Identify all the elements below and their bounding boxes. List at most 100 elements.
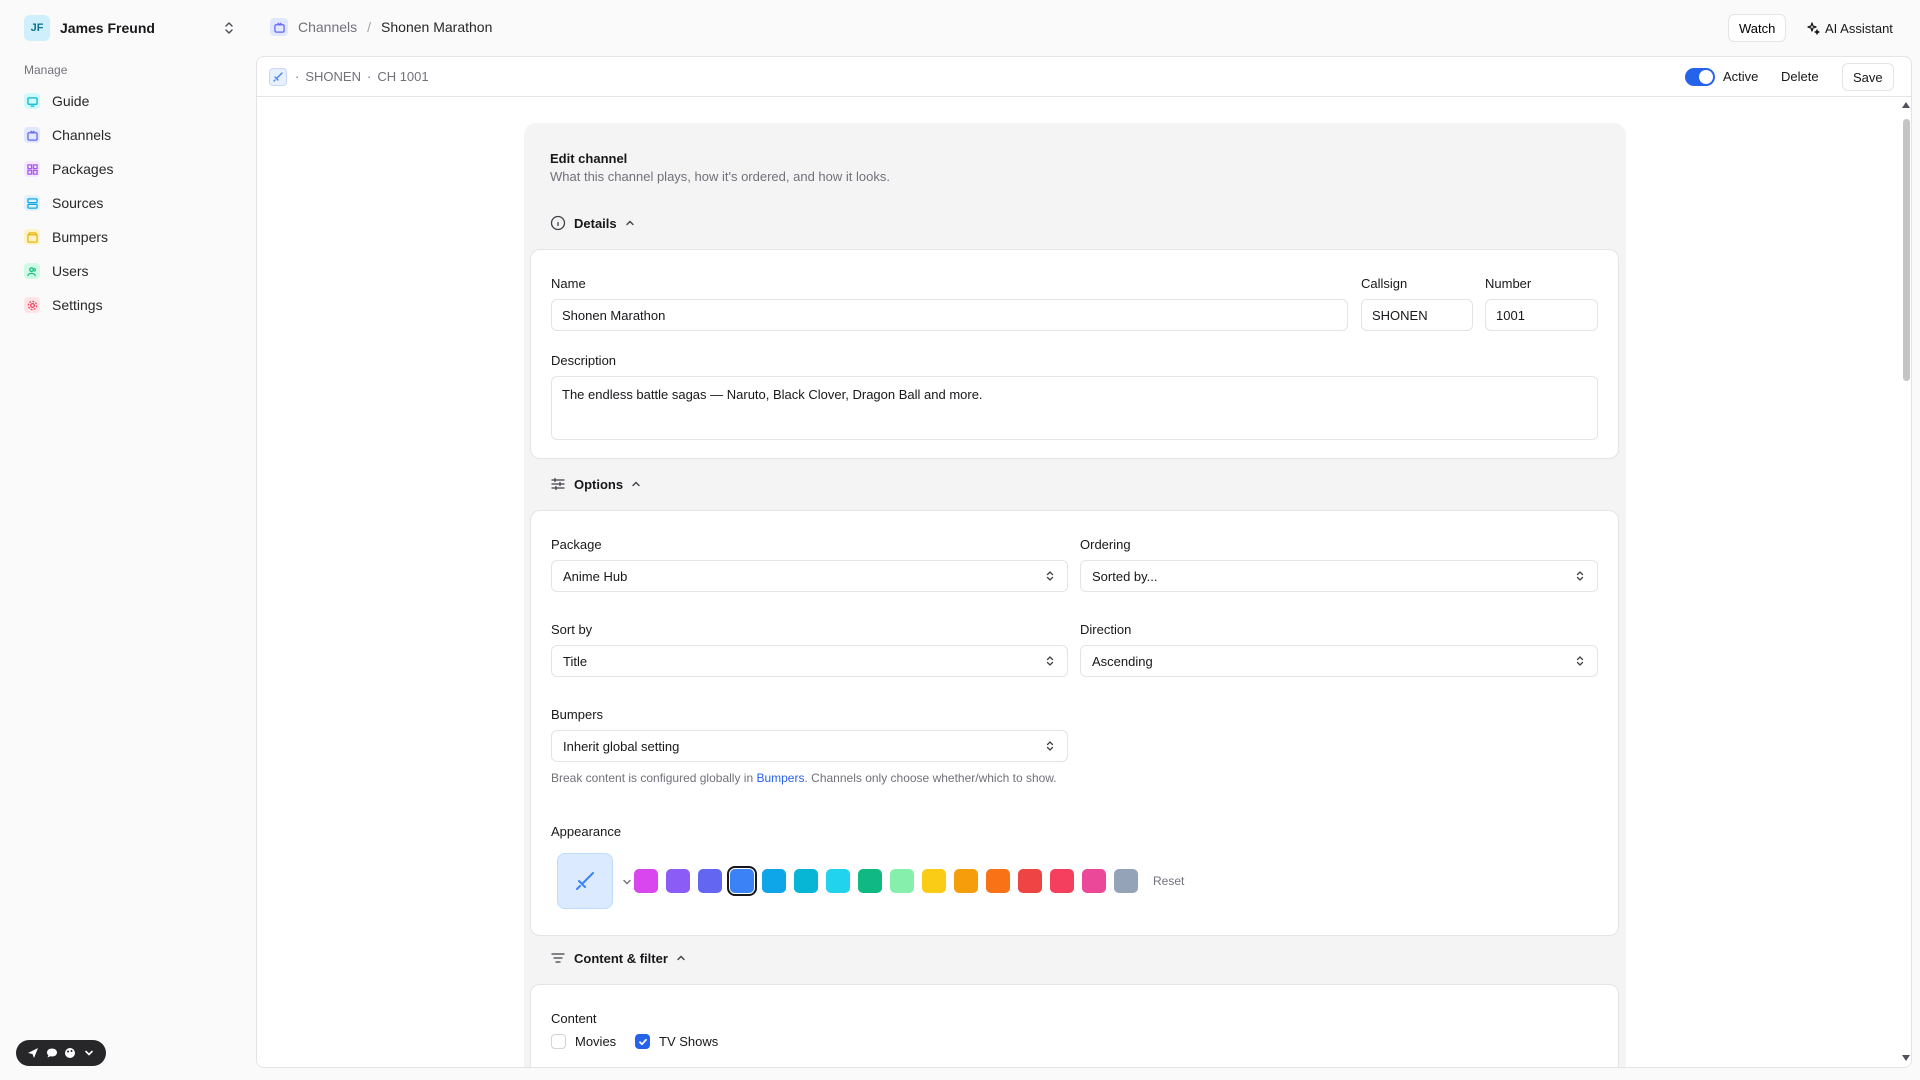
color-swatch[interactable] xyxy=(794,869,818,893)
sidebar-item-settings[interactable]: Settings xyxy=(24,288,236,322)
tv-shows-checkbox[interactable] xyxy=(635,1034,650,1049)
scroll-up-arrow[interactable] xyxy=(1902,102,1910,108)
watch-button[interactable]: Watch xyxy=(1728,14,1787,42)
meta-separator: · xyxy=(295,69,300,84)
check-icon xyxy=(638,1038,647,1045)
filter-icon xyxy=(551,953,565,963)
sidebar-item-packages[interactable]: Packages xyxy=(24,152,236,186)
movies-checkbox-row[interactable]: Movies xyxy=(551,1034,616,1049)
scroll-down-arrow[interactable] xyxy=(1902,1055,1910,1061)
sidebar-item-sources[interactable]: Sources xyxy=(24,186,236,220)
color-swatch[interactable] xyxy=(1050,869,1074,893)
chevron-updown-icon xyxy=(225,22,233,34)
tv-shows-checkbox-row[interactable]: TV Shows xyxy=(635,1034,718,1049)
content-filter-box: Content Movies TV Shows xyxy=(530,984,1619,1067)
package-select[interactable]: Anime Hub xyxy=(551,560,1068,592)
color-swatch[interactable] xyxy=(666,869,690,893)
color-swatch[interactable] xyxy=(986,869,1010,893)
sidebar-item-label: Bumpers xyxy=(52,229,109,245)
movies-label: Movies xyxy=(575,1034,617,1049)
direction-value: Ascending xyxy=(1092,653,1153,669)
color-swatch[interactable] xyxy=(826,869,850,893)
chevron-updown-icon xyxy=(1046,656,1054,666)
sortby-select[interactable]: Title xyxy=(551,645,1068,677)
quick-actions-pill[interactable] xyxy=(16,1040,106,1066)
sidebar-item-bumpers[interactable]: Bumpers xyxy=(24,220,236,254)
sidebar-item-label: Guide xyxy=(52,93,90,109)
options-box: Package Anime Hub Ordering Sorted by... … xyxy=(530,510,1619,936)
sidebar-item-users[interactable]: Users xyxy=(24,254,236,288)
color-swatch[interactable] xyxy=(954,869,978,893)
callsign-label: Callsign xyxy=(1361,276,1408,291)
bumpers-label: Bumpers xyxy=(551,707,604,722)
user-switcher[interactable]: JF James Freund xyxy=(24,15,236,41)
color-swatch[interactable] xyxy=(634,869,658,893)
ai-assistant-label: AI Assistant xyxy=(1825,20,1893,36)
number-field[interactable]: 1001 xyxy=(1485,299,1598,331)
users-icon xyxy=(24,263,40,279)
content-filter-heading: Content & filter xyxy=(574,950,668,966)
direction-select[interactable]: Ascending xyxy=(1080,645,1598,677)
breadcrumb-channels-link[interactable]: Channels xyxy=(298,19,357,35)
ai-assistant-button[interactable]: AI Assistant xyxy=(1796,14,1903,42)
send-icon[interactable] xyxy=(27,1047,39,1059)
breadcrumb: Channels / Shonen Marathon xyxy=(270,18,492,36)
color-swatch[interactable] xyxy=(762,869,786,893)
delete-button[interactable]: Delete xyxy=(1781,69,1819,84)
guide-icon xyxy=(24,93,40,109)
sidebar-item-label: Channels xyxy=(52,127,112,143)
content-filter-section-toggle[interactable]: Content & filter xyxy=(550,950,686,966)
callsign-field[interactable]: SHONEN xyxy=(1361,299,1473,331)
appearance-label: Appearance xyxy=(551,824,622,839)
sidebar-item-label: Settings xyxy=(52,297,103,313)
scrollbar[interactable] xyxy=(1895,97,1911,1067)
ordering-select[interactable]: Sorted by... xyxy=(1080,560,1598,592)
user-name: James Freund xyxy=(60,20,155,36)
reset-color-button[interactable]: Reset xyxy=(1153,874,1184,888)
package-label: Package xyxy=(551,537,602,552)
info-icon xyxy=(550,215,566,231)
movies-checkbox[interactable] xyxy=(551,1034,566,1049)
icon-picker[interactable] xyxy=(557,853,613,909)
chat-icon[interactable] xyxy=(46,1047,58,1059)
chevron-updown-icon xyxy=(1046,571,1054,581)
save-button[interactable]: Save xyxy=(1842,63,1894,91)
content-label: Content xyxy=(551,1011,597,1026)
color-swatch[interactable] xyxy=(1082,869,1106,893)
sidebar-item-guide[interactable]: Guide xyxy=(24,84,236,118)
sidebar-item-channels[interactable]: Channels xyxy=(24,118,236,152)
bumpers-link[interactable]: Bumpers xyxy=(756,771,804,785)
number-label: Number xyxy=(1485,276,1532,291)
color-swatch[interactable] xyxy=(922,869,946,893)
bumpers-icon xyxy=(24,229,40,245)
scrollbar-thumb[interactable] xyxy=(1903,119,1910,381)
color-swatch[interactable] xyxy=(1018,869,1042,893)
details-section-toggle[interactable]: Details xyxy=(550,215,635,231)
color-swatch[interactable] xyxy=(890,869,914,893)
color-swatch[interactable] xyxy=(698,869,722,893)
sidebar-item-label: Packages xyxy=(52,161,114,177)
options-section-toggle[interactable]: Options xyxy=(550,476,641,492)
active-toggle[interactable] xyxy=(1685,68,1715,86)
manage-section-label: Manage xyxy=(24,63,68,77)
color-swatch[interactable] xyxy=(727,866,757,896)
channels-icon xyxy=(270,18,288,36)
breadcrumb-current: Shonen Marathon xyxy=(381,19,493,35)
description-field[interactable]: The endless battle sagas — Naruto, Black… xyxy=(551,376,1598,440)
chevron-down-icon[interactable] xyxy=(621,876,633,888)
name-field[interactable]: Shonen Marathon xyxy=(551,299,1348,331)
palette-icon[interactable] xyxy=(64,1047,76,1059)
chevron-down-icon[interactable] xyxy=(83,1047,95,1059)
bumpers-select[interactable]: Inherit global setting xyxy=(551,730,1068,762)
chevron-up-icon xyxy=(632,481,640,487)
color-swatch[interactable] xyxy=(1114,869,1138,893)
channel-meta: · SHONEN · CH 1001 xyxy=(295,69,429,84)
chevron-updown-icon xyxy=(1576,571,1584,581)
ordering-value: Sorted by... xyxy=(1092,568,1158,584)
avatar: JF xyxy=(24,15,50,41)
sortby-label: Sort by xyxy=(551,622,593,637)
color-swatch[interactable] xyxy=(858,869,882,893)
color-swatches: Reset xyxy=(634,866,1184,896)
channel-toolbar: · SHONEN · CH 1001 Active Delete Save xyxy=(257,57,1911,97)
help-text-pre: Break content is configured globally in xyxy=(551,771,757,785)
